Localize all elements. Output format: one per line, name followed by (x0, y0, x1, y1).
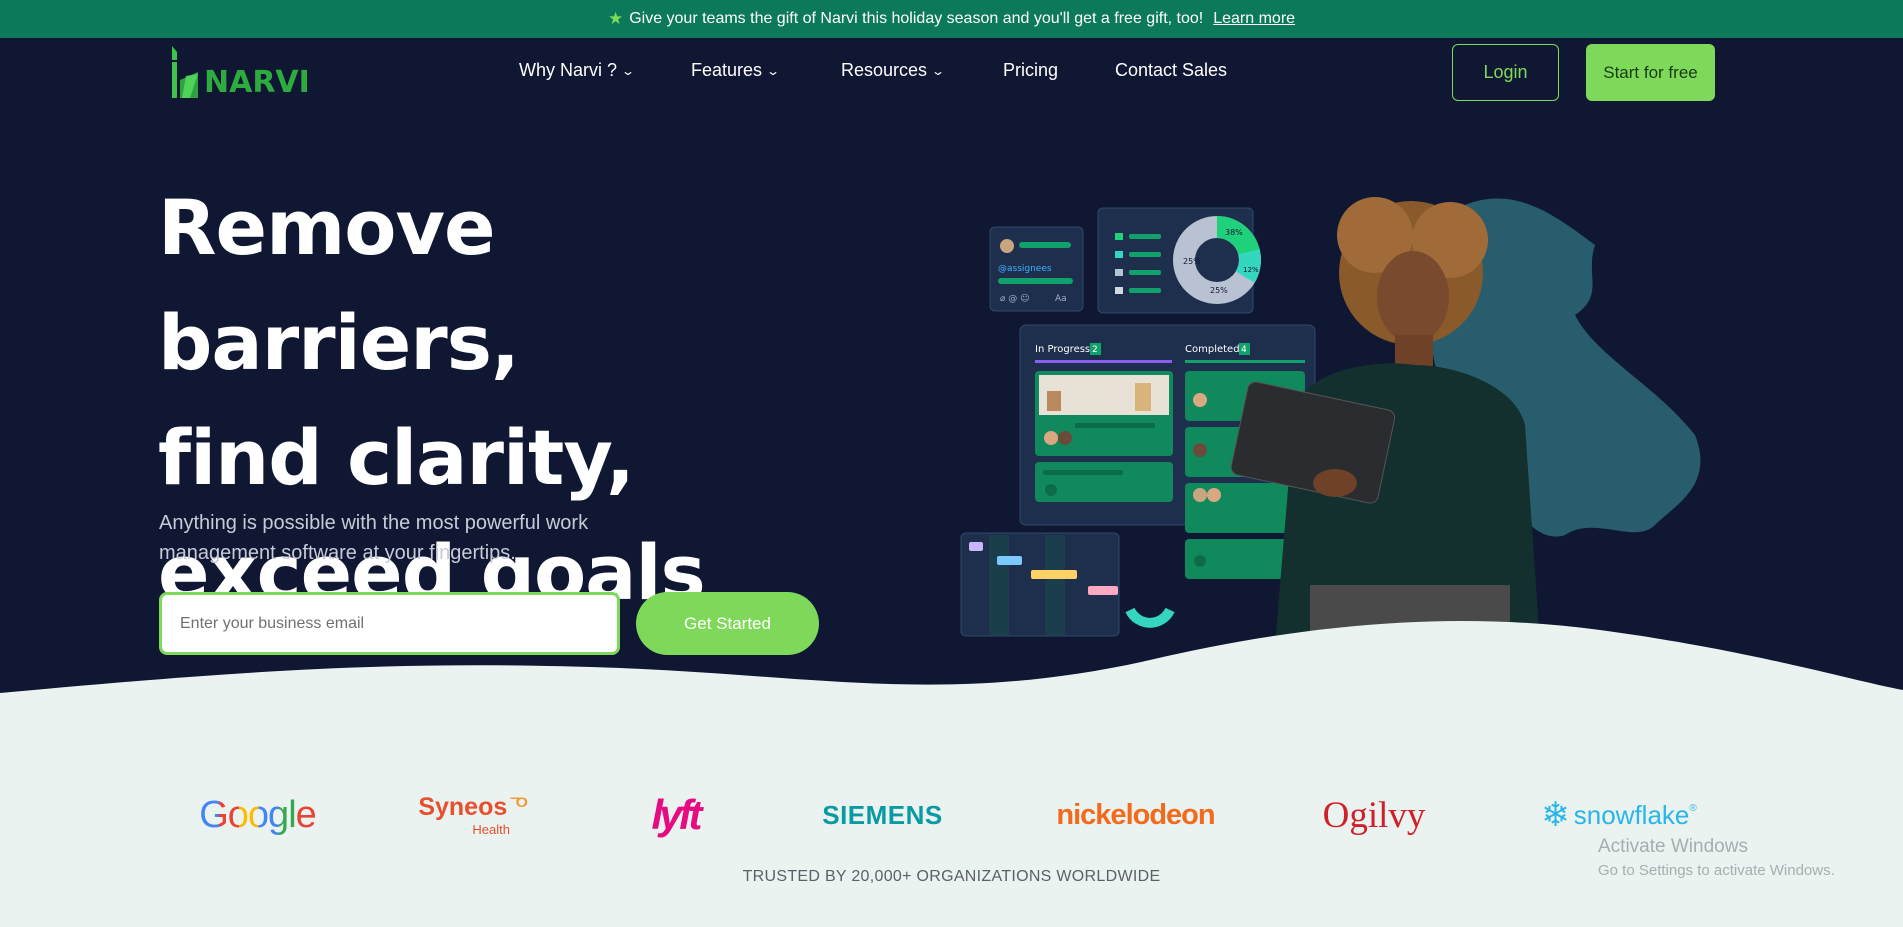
main-nav: Why Narvi ? ⌄ Features ⌄ Resources ⌄ Pri… (519, 60, 1245, 81)
format-text-icon: Aa (1055, 294, 1067, 304)
brand-wordmark: Ogilvy (1322, 794, 1426, 836)
donut-label: 12% (1243, 266, 1259, 274)
brand-subtitle: Health (472, 822, 510, 837)
column-count: 2 (1092, 345, 1098, 355)
nav-why-narvi[interactable]: Why Narvi ? ⌄ (519, 60, 691, 81)
nav-label: Pricing (1003, 60, 1059, 80)
brand-logo-lyft: lyft (640, 785, 710, 845)
brand-logo-nickelodeon: nickelodeon (1056, 785, 1215, 845)
brand-logo-siemens: SIEMENS (820, 785, 945, 845)
column-title-completed: Completed (1185, 344, 1240, 355)
chevron-down-icon: ⌄ (621, 63, 636, 78)
brand-wordmark: Google (199, 793, 317, 836)
narvi-logo[interactable]: NARVI (168, 44, 320, 104)
nav-label: Contact Sales (1115, 60, 1228, 80)
nav-features[interactable]: Features ⌄ (691, 60, 841, 81)
donut-label: 38% (1225, 228, 1243, 237)
donut-label: 25% (1210, 286, 1228, 295)
chevron-down-icon: ⌄ (766, 63, 781, 78)
windows-activation-watermark: Activate Windows Go to Settings to activ… (1598, 836, 1835, 879)
watermark-subtitle: Go to Settings to activate Windows. (1598, 862, 1835, 879)
brand-wordmark: snowflake (1573, 799, 1690, 830)
hero-subtitle: Anything is possible with the most power… (159, 508, 679, 568)
comment-tool-icons: ⌀ @ ☺ (1000, 293, 1030, 304)
logo-wordmark: NARVI (204, 65, 310, 100)
start-for-free-button[interactable]: Start for free (1586, 44, 1715, 101)
hero-subtitle-line: management software at your fingertips. (159, 542, 516, 564)
announcement-text: Give your teams the gift of Narvi this h… (629, 10, 1204, 27)
assignee-card: @assignees ⌀ @ ☺ Aa (989, 226, 1084, 312)
nav-label: Resources (841, 60, 928, 80)
donut-label: 25% (1183, 257, 1201, 266)
brand-wordmark: SIEMENS (822, 799, 943, 830)
brand-logo-ogilvy: Ogilvy (1323, 785, 1426, 845)
hero-title-line: Remove barriers, (158, 183, 520, 387)
syneos-mark-icon: ᓀ (509, 787, 528, 812)
site-header: NARVI Why Narvi ? ⌄ Features ⌄ Resources… (0, 38, 1903, 106)
announcement-bar: ★ Give your teams the gift of Narvi this… (0, 0, 1903, 38)
brand-name: Google (199, 793, 317, 837)
hero-subtitle-line: Anything is possible with the most power… (159, 512, 589, 534)
registered-mark: ® (1689, 802, 1697, 814)
learn-more-link[interactable]: Learn more (1213, 10, 1295, 28)
nav-label: Why Narvi ? (519, 60, 618, 80)
chevron-down-icon: ⌄ (931, 63, 946, 78)
hero-illustration: @assignees ⌀ @ ☺ Aa 38% 25% 12% 25% In P… (960, 197, 1701, 665)
brand-wordmark: nickelodeon (1056, 798, 1215, 831)
column-title-in-progress: In Progress (1035, 344, 1090, 355)
hero-title-line: find clarity, (158, 413, 635, 502)
wave-divider (0, 621, 1903, 700)
login-button[interactable]: Login (1452, 44, 1559, 101)
brand-wordmark: Syneos (418, 793, 508, 821)
column-count: 4 (1241, 345, 1247, 355)
brand-logo-syneos: Syneos ᓀ Health (418, 785, 528, 845)
brand-logo-google: Google (199, 785, 317, 845)
assignee-tag: @assignees (998, 264, 1052, 274)
star-icon: ★ (607, 9, 624, 28)
donut-card: 38% 25% 12% 25% (1097, 207, 1261, 314)
snowflake-icon: ❄ (1541, 796, 1570, 834)
nav-resources[interactable]: Resources ⌄ (841, 60, 1003, 81)
brand-wordmark: lyft (651, 791, 703, 838)
watermark-title: Activate Windows (1598, 836, 1748, 857)
nav-contact-sales[interactable]: Contact Sales (1115, 60, 1245, 81)
nav-pricing[interactable]: Pricing (1003, 60, 1115, 81)
nav-label: Features (691, 60, 763, 80)
